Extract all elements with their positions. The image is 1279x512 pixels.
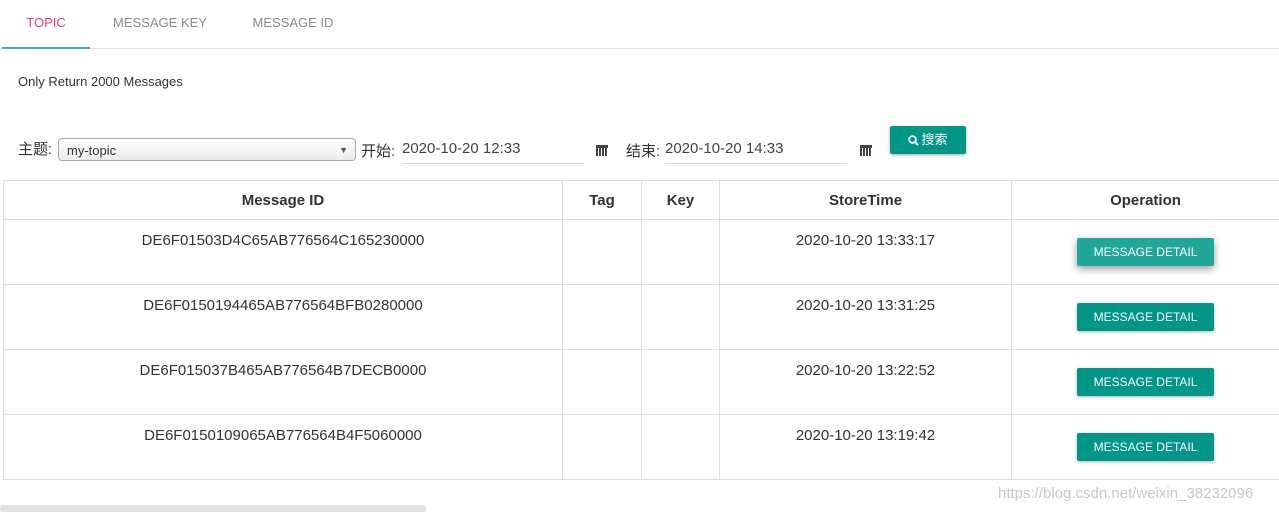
start-time-input[interactable]: 2020-10-20 12:33 xyxy=(402,138,584,164)
topic-select-value: my-topic xyxy=(67,143,117,158)
operation-cell: MESSAGE DETAIL xyxy=(1011,414,1279,480)
table-row: DE6F015037B465AB776564B7DECB0000 2020-10… xyxy=(3,349,1279,415)
tag-cell xyxy=(562,219,642,285)
topic-select[interactable]: my-topic ▼ xyxy=(58,138,356,161)
tab-message-key[interactable]: MESSAGE KEY xyxy=(100,0,220,48)
watermark: https://blog.csdn.net/weixin_38232096 xyxy=(998,485,1254,502)
store-time-cell: 2020-10-20 13:31:25 xyxy=(719,284,1012,350)
calendar-icon[interactable] xyxy=(596,144,608,156)
search-button[interactable]: 搜索 xyxy=(890,126,966,154)
tab-message-id-label: MESSAGE ID xyxy=(252,15,334,30)
message-id-cell: DE6F0150109065AB776564B4F5060000 xyxy=(3,414,563,480)
message-table: Message ID Tag Key StoreTime Operation D… xyxy=(3,180,1279,480)
start-label: 开始: xyxy=(361,143,396,160)
header-tag: Tag xyxy=(562,180,642,220)
message-detail-button[interactable]: MESSAGE DETAIL xyxy=(1077,238,1214,266)
tab-message-id[interactable]: MESSAGE ID xyxy=(240,0,346,48)
table-header-row: Message ID Tag Key StoreTime Operation xyxy=(3,180,1279,220)
caret-down-icon: ▼ xyxy=(339,145,348,155)
tab-topic-label: TOPIC xyxy=(26,15,66,30)
table-row: DE6F0150109065AB776564B4F5060000 2020-10… xyxy=(3,414,1279,480)
header-message-id: Message ID xyxy=(3,180,563,220)
key-cell xyxy=(641,284,720,350)
store-time-cell: 2020-10-20 13:19:42 xyxy=(719,414,1012,480)
table-row: DE6F0150194465AB776564BFB0280000 2020-10… xyxy=(3,284,1279,350)
tab-topic[interactable]: TOPIC xyxy=(2,0,90,49)
table-row: DE6F01503D4C65AB776564C165230000 2020-10… xyxy=(3,219,1279,285)
message-id-cell: DE6F01503D4C65AB776564C165230000 xyxy=(3,219,563,285)
store-time-cell: 2020-10-20 13:33:17 xyxy=(719,219,1012,285)
search-icon xyxy=(908,135,920,146)
header-operation: Operation xyxy=(1011,180,1279,220)
calendar-icon[interactable] xyxy=(860,144,872,156)
tag-cell xyxy=(562,349,642,415)
operation-cell: MESSAGE DETAIL xyxy=(1011,219,1279,285)
message-id-cell: DE6F0150194465AB776564BFB0280000 xyxy=(3,284,563,350)
horizontal-scrollbar[interactable] xyxy=(0,505,426,512)
active-tab-indicator xyxy=(2,47,90,49)
tag-cell xyxy=(562,284,642,350)
operation-cell: MESSAGE DETAIL xyxy=(1011,349,1279,415)
message-detail-button[interactable]: MESSAGE DETAIL xyxy=(1077,433,1214,461)
operation-cell: MESSAGE DETAIL xyxy=(1011,284,1279,350)
key-cell xyxy=(641,414,720,480)
tab-bar: TOPIC MESSAGE KEY MESSAGE ID xyxy=(0,0,1279,49)
tab-message-key-label: MESSAGE KEY xyxy=(113,15,207,30)
result-limit-note: Only Return 2000 Messages xyxy=(18,74,183,89)
key-cell xyxy=(641,349,720,415)
tag-cell xyxy=(562,414,642,480)
header-store-time: StoreTime xyxy=(719,180,1012,220)
key-cell xyxy=(641,219,720,285)
message-detail-button[interactable]: MESSAGE DETAIL xyxy=(1077,303,1214,331)
header-key: Key xyxy=(641,180,720,220)
topic-label: 主题: xyxy=(18,141,53,158)
end-label: 结束: xyxy=(626,143,661,160)
search-button-label: 搜索 xyxy=(921,132,948,147)
end-time-input[interactable]: 2020-10-20 14:33 xyxy=(665,138,847,164)
store-time-cell: 2020-10-20 13:22:52 xyxy=(719,349,1012,415)
message-id-cell: DE6F015037B465AB776564B7DECB0000 xyxy=(3,349,563,415)
message-detail-button[interactable]: MESSAGE DETAIL xyxy=(1077,368,1214,396)
